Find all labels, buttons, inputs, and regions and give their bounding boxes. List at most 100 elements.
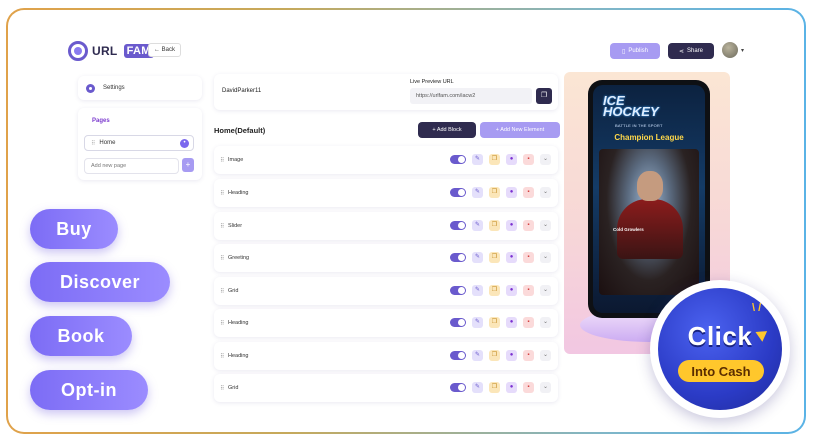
preview-title: ICE HOCKEY	[603, 94, 659, 118]
block-actions: ✎ ❐ ● ▪ ⌄	[450, 285, 551, 296]
drag-handle-icon[interactable]: ⠿	[220, 353, 225, 360]
block-actions: ✎ ❐ ● ▪ ⌄	[450, 317, 551, 328]
visibility-toggle[interactable]	[450, 318, 466, 327]
block-row[interactable]: ⠿ Slider ✎ ❐ ● ▪ ⌄	[214, 212, 558, 240]
chevron-down-icon[interactable]: ⌄	[540, 220, 551, 231]
eye-icon[interactable]: ●	[506, 382, 517, 393]
block-label: Greeting	[228, 255, 250, 261]
block-row[interactable]: ⠿ Heading ✎ ❐ ● ▪ ⌄	[214, 179, 558, 207]
eye-icon[interactable]: ●	[506, 317, 517, 328]
copy-icon[interactable]: ❐	[489, 187, 500, 198]
edit-icon[interactable]: ✎	[472, 350, 483, 361]
edit-icon[interactable]: ✎	[472, 187, 483, 198]
drag-handle-icon[interactable]: ⠿	[220, 320, 225, 327]
edit-icon[interactable]: ✎	[472, 382, 483, 393]
copy-icon[interactable]: ❐	[489, 350, 500, 361]
trash-icon[interactable]: ▪	[523, 252, 534, 263]
avatar[interactable]	[722, 42, 738, 58]
gear-icon	[86, 83, 95, 93]
edit-icon[interactable]: ✎	[472, 317, 483, 328]
block-label: Heading	[228, 190, 249, 196]
drag-handle-icon[interactable]: ⠿	[220, 223, 225, 230]
share-label: Share	[687, 48, 704, 54]
chevron-down-icon[interactable]: ⌄	[540, 187, 551, 198]
chevron-down-icon[interactable]: ⌄	[540, 382, 551, 393]
edit-icon[interactable]: ✎	[472, 285, 483, 296]
spark-icon: \ /	[752, 302, 762, 314]
copy-icon[interactable]: ❐	[489, 252, 500, 263]
page-item-label: Home	[99, 140, 116, 146]
badge-line2: Into Cash	[678, 360, 764, 382]
settings-label: Settings	[103, 85, 125, 91]
top-bar: URL FAM ← Back ▯ Publish ⋖ Share ▾	[62, 38, 762, 64]
drag-handle-icon[interactable]: ⠿	[220, 157, 225, 164]
visibility-toggle[interactable]	[450, 221, 466, 230]
visibility-toggle[interactable]	[450, 286, 466, 295]
eye-icon[interactable]: ●	[506, 187, 517, 198]
chevron-down-icon[interactable]: ⌄	[540, 317, 551, 328]
copy-icon[interactable]: ❐	[489, 154, 500, 165]
book-button[interactable]: Book	[30, 316, 132, 356]
visibility-toggle[interactable]	[450, 155, 466, 164]
block-row[interactable]: ⠿ Grid ✎ ❐ ● ▪ ⌄	[214, 277, 558, 305]
block-row[interactable]: ⠿ Heading ✎ ❐ ● ▪ ⌄	[214, 309, 558, 337]
eye-icon[interactable]: ●	[506, 220, 517, 231]
visibility-toggle[interactable]	[450, 188, 466, 197]
trash-icon[interactable]: ▪	[523, 350, 534, 361]
copy-icon[interactable]: ❐	[489, 382, 500, 393]
copy-icon[interactable]: ❐	[489, 220, 500, 231]
block-row[interactable]: ⠿ Greeting ✎ ❐ ● ▪ ⌄	[214, 244, 558, 272]
drag-handle-icon[interactable]: ⠿	[220, 255, 225, 262]
visibility-toggle[interactable]	[450, 253, 466, 262]
edit-icon[interactable]: ✎	[472, 154, 483, 165]
trash-icon[interactable]: ▪	[523, 382, 534, 393]
live-preview-url-field[interactable]: https://urlfam.com/iacw2	[410, 88, 532, 104]
drag-handle-icon[interactable]: ⠿	[220, 288, 225, 295]
chevron-down-icon[interactable]: ⌄	[540, 350, 551, 361]
block-actions: ✎ ❐ ● ▪ ⌄	[450, 350, 551, 361]
chevron-down-icon[interactable]: ⌄	[540, 285, 551, 296]
block-row[interactable]: ⠿ Heading ✎ ❐ ● ▪ ⌄	[214, 342, 558, 370]
buy-button[interactable]: Buy	[30, 209, 118, 249]
gear-icon[interactable]: •	[180, 139, 189, 148]
logo-icon	[68, 41, 88, 61]
chevron-down-icon[interactable]: ▾	[741, 47, 744, 54]
drag-handle-icon[interactable]: ⠿	[91, 140, 95, 147]
badge-inner: \ / Click Into Cash	[658, 288, 782, 410]
share-icon: ⋖	[678, 48, 684, 55]
trash-icon[interactable]: ▪	[523, 285, 534, 296]
visibility-toggle[interactable]	[450, 383, 466, 392]
trash-icon[interactable]: ▪	[523, 154, 534, 165]
copy-icon[interactable]: ❐	[489, 317, 500, 328]
discover-button[interactable]: Discover	[30, 262, 170, 302]
optin-button[interactable]: Opt-in	[30, 370, 148, 410]
chevron-down-icon[interactable]: ⌄	[540, 252, 551, 263]
trash-icon[interactable]: ▪	[523, 220, 534, 231]
visibility-toggle[interactable]	[450, 351, 466, 360]
trash-icon[interactable]: ▪	[523, 317, 534, 328]
add-page-button[interactable]: +	[182, 158, 194, 172]
eye-icon[interactable]: ●	[506, 350, 517, 361]
add-block-button[interactable]: + Add Block	[418, 122, 476, 138]
eye-icon[interactable]: ●	[506, 154, 517, 165]
eye-icon[interactable]: ●	[506, 252, 517, 263]
add-page-input[interactable]: Add new page	[84, 158, 179, 174]
brand-logo[interactable]: URL FAM	[68, 41, 154, 61]
page-item-home[interactable]: ⠿ Home •	[84, 135, 194, 151]
drag-handle-icon[interactable]: ⠿	[220, 190, 225, 197]
copy-url-button[interactable]: ❐	[536, 88, 552, 104]
share-button[interactable]: ⋖ Share	[668, 43, 714, 59]
copy-icon[interactable]: ❐	[489, 285, 500, 296]
publish-button[interactable]: ▯ Publish	[610, 43, 660, 59]
back-button[interactable]: ← Back	[148, 43, 182, 57]
settings-item[interactable]: Settings	[78, 76, 202, 100]
edit-icon[interactable]: ✎	[472, 220, 483, 231]
add-element-button[interactable]: + Add New Element	[480, 122, 560, 138]
drag-handle-icon[interactable]: ⠿	[220, 385, 225, 392]
trash-icon[interactable]: ▪	[523, 187, 534, 198]
edit-icon[interactable]: ✎	[472, 252, 483, 263]
chevron-down-icon[interactable]: ⌄	[540, 154, 551, 165]
eye-icon[interactable]: ●	[506, 285, 517, 296]
block-row[interactable]: ⠿ Image ✎ ❐ ● ▪ ⌄	[214, 146, 558, 174]
block-row[interactable]: ⠿ Grid ✎ ❐ ● ▪ ⌄	[214, 374, 558, 402]
